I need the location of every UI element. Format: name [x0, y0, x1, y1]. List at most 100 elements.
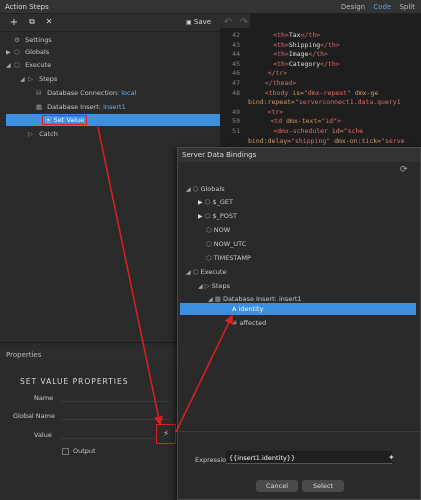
- tree-item-steps[interactable]: ◢ ▷ Steps: [20, 73, 57, 85]
- code-line[interactable]: <th>Tax</th>: [273, 31, 320, 39]
- d-tree-now-utc[interactable]: ⬡ NOW_UTC: [206, 238, 246, 250]
- d-tree-steps[interactable]: ◢ ▷ Steps: [198, 280, 230, 292]
- title-bar: Action Steps Design Code Split: [0, 0, 421, 14]
- code-line[interactable]: <tr>: [268, 108, 284, 116]
- view-design-tab[interactable]: Design: [341, 3, 365, 11]
- code-line[interactable]: <th>Category</th>: [273, 60, 340, 68]
- d-tree-identity[interactable]: A identity: [180, 303, 416, 315]
- data-picker-icon[interactable]: ⚡: [156, 424, 176, 444]
- add-icon[interactable]: +: [8, 17, 20, 28]
- code-line[interactable]: bind:repeat="serverconnect1.data.query1: [248, 98, 401, 106]
- save-label: Save: [193, 18, 212, 26]
- tree-item-set-value[interactable]: ⦿ Set Value: [6, 114, 220, 126]
- tree-label: Execute: [25, 61, 52, 69]
- chevron-down-icon[interactable]: ◢: [186, 269, 191, 276]
- d-tree-now[interactable]: ⬡ NOW: [206, 224, 230, 236]
- chevron-down-icon[interactable]: ◢: [208, 296, 213, 303]
- tree-item-db-connection[interactable]: ⛁ Database Connection: local: [36, 87, 136, 99]
- chevron-right-icon[interactable]: ▶: [198, 213, 203, 220]
- global-name-label: Global Name: [13, 412, 55, 420]
- global-name-field[interactable]: [60, 419, 170, 420]
- line-number: 42: [232, 31, 240, 39]
- cube-icon: ⬡: [206, 254, 212, 262]
- play-icon: ▷: [28, 75, 33, 83]
- d-tree-timestamp[interactable]: ⬡ TIMESTAMP: [206, 252, 251, 264]
- chevron-right-icon[interactable]: ▶: [6, 47, 14, 59]
- chevron-down-icon[interactable]: ◢: [20, 74, 28, 86]
- tree-label: NOW: [213, 226, 231, 234]
- db-insert-value: insert1: [278, 295, 302, 303]
- tree-label: Database Insert:: [47, 103, 101, 111]
- tree-label: TIMESTAMP: [213, 254, 251, 262]
- save-button[interactable]: ▣ Save: [186, 18, 211, 26]
- chevron-down-icon[interactable]: ◢: [198, 283, 203, 290]
- divider: [178, 431, 420, 432]
- name-field[interactable]: [60, 401, 170, 402]
- code-line[interactable]: bind:delay="shipping" dmx-on:tick="serve: [248, 137, 405, 145]
- output-checkbox[interactable]: [62, 448, 69, 455]
- code-line[interactable]: <td dmx-text="id">: [270, 117, 340, 125]
- d-tree-get[interactable]: ▶ ⬡ $_GET: [198, 196, 233, 208]
- magic-wand-icon[interactable]: ✦: [388, 453, 395, 462]
- cancel-button[interactable]: Cancel: [256, 480, 298, 492]
- tree-label: affected: [239, 319, 267, 327]
- expression-input[interactable]: {{insert1.identity}}: [226, 451, 392, 464]
- refresh-icon[interactable]: ⟳: [400, 165, 408, 175]
- chevron-right-icon[interactable]: ▶: [198, 199, 203, 206]
- code-line[interactable]: <tbody is="dmx-repeat" dmx-ge: [265, 89, 379, 97]
- select-button[interactable]: Select: [302, 480, 344, 492]
- line-number: 48: [232, 88, 240, 97]
- cube-icon: ⬡: [206, 240, 212, 248]
- delete-icon[interactable]: ✕: [43, 17, 55, 26]
- line-number: 50: [232, 117, 240, 126]
- view-split-tab[interactable]: Split: [399, 3, 415, 11]
- d-tree-execute[interactable]: ◢ ⬡ Execute: [186, 266, 226, 278]
- view-switch: Design Code Split: [335, 3, 415, 11]
- db-insert-value: insert1: [103, 103, 126, 111]
- tree-item-execute[interactable]: ◢ ⬡ Execute: [6, 59, 51, 71]
- expression-label: Expression: [195, 456, 231, 464]
- undo-icon[interactable]: ↶: [222, 17, 234, 28]
- tree-item-db-insert[interactable]: ▦ Database Insert: insert1: [36, 101, 126, 113]
- chevron-down-icon[interactable]: ◢: [186, 186, 191, 193]
- code-line[interactable]: </thead>: [265, 79, 296, 87]
- d-tree-affected[interactable]: # affected: [232, 317, 266, 329]
- code-line[interactable]: </tr>: [268, 69, 288, 77]
- view-code-tab[interactable]: Code: [373, 3, 391, 11]
- chevron-down-icon[interactable]: ◢: [6, 60, 14, 72]
- gear-icon: ⚙: [14, 36, 20, 44]
- play-icon: ▷: [28, 130, 33, 138]
- value-field[interactable]: [60, 438, 155, 439]
- code-line[interactable]: <th>Image</th>: [273, 50, 328, 58]
- tree-label: Globals: [25, 48, 50, 56]
- dialog-header: Server Data Bindings: [178, 148, 420, 162]
- line-number: 44: [232, 50, 240, 59]
- code-line[interactable]: <th>Shipping</th>: [273, 41, 340, 49]
- tree-item-catch[interactable]: ▷ Catch: [20, 128, 58, 140]
- db-connection-value: local: [121, 89, 137, 97]
- line-number: 45: [232, 59, 240, 68]
- code-line[interactable]: <dmx-scheduler id="sche: [273, 127, 363, 135]
- line-number: 47: [232, 79, 240, 87]
- play-icon: ▷: [204, 282, 210, 290]
- line-number: 51: [232, 127, 240, 135]
- set-value-highlight: ⦿ Set Value: [42, 115, 88, 125]
- tree-label: Database Connection:: [47, 89, 120, 97]
- properties-header-label: Properties: [6, 351, 42, 359]
- tree-item-globals[interactable]: ▶ ⬡ Globals: [6, 46, 49, 58]
- line-number: 49: [232, 107, 240, 116]
- tree-item-settings[interactable]: ⚙ Settings: [6, 34, 52, 46]
- save-icon: ▣: [186, 19, 192, 26]
- dialog-title: Server Data Bindings: [182, 151, 257, 159]
- d-tree-globals[interactable]: ◢ ⬡ Globals: [186, 183, 225, 195]
- tree-label: Catch: [39, 130, 58, 138]
- line-number: 46: [232, 69, 240, 78]
- redo-icon[interactable]: ↷: [238, 17, 250, 28]
- panel-title: Action Steps: [5, 3, 49, 11]
- tree-label: Settings: [25, 36, 52, 44]
- table-icon: ▦: [36, 103, 43, 111]
- tree-label: identity: [238, 305, 264, 313]
- tree-label: NOW_UTC: [213, 240, 247, 248]
- d-tree-post[interactable]: ▶ ⬡ $_POST: [198, 210, 237, 222]
- copy-icon[interactable]: ⧉: [26, 17, 38, 27]
